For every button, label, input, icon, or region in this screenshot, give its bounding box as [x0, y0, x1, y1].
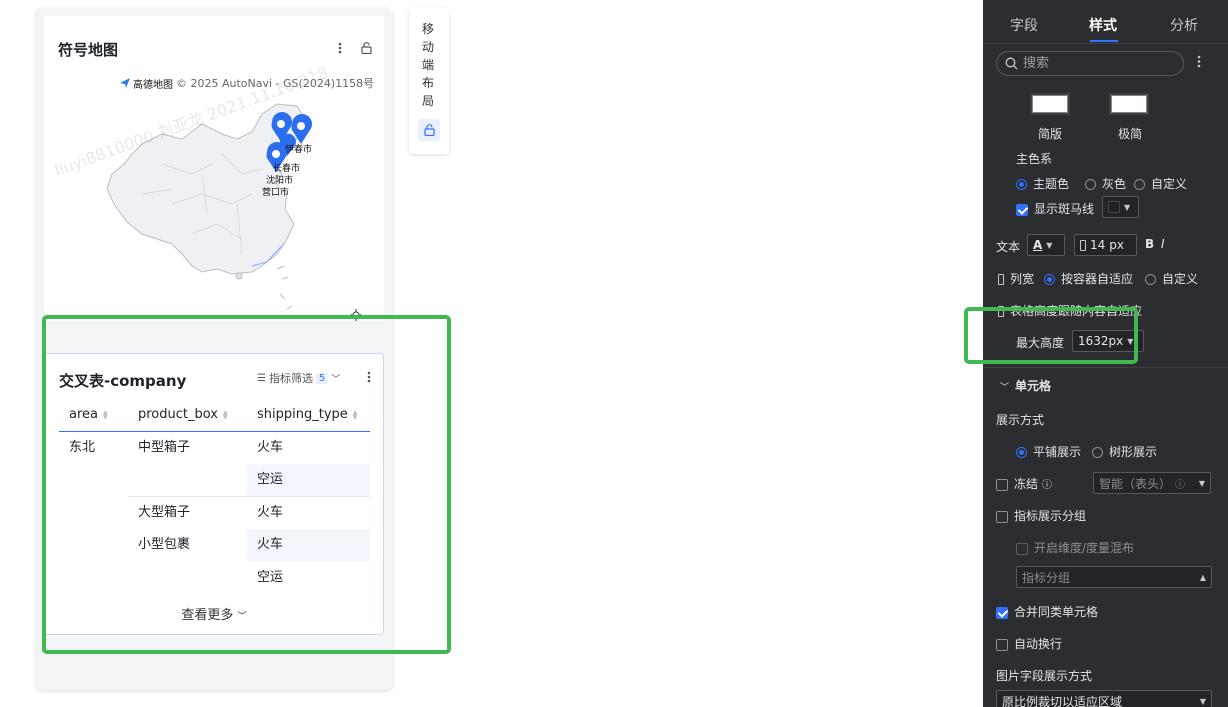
tab-style[interactable]: 样式 [1089, 15, 1117, 35]
map-card-tools [334, 41, 372, 55]
color-scheme-label: 主色系 [1016, 152, 1053, 166]
font-color-select[interactable]: A ▼ [1027, 234, 1065, 256]
text-label: 文本 [996, 240, 1021, 254]
image-mode-label: 图片字段展示方式 [996, 669, 1093, 683]
more-vertical-icon[interactable] [1197, 55, 1201, 71]
zebra-color-picker[interactable]: ▼ [1102, 196, 1139, 218]
freeze-checkbox[interactable]: 冻结 ⓘ [996, 475, 1052, 492]
symbol-map-card[interactable]: 符号地图 高德地图 © 2025 AutoNavi - GS(2024)1158… [44, 16, 384, 321]
map-card-title: 符号地图 [58, 41, 119, 59]
highlight-annotation [964, 307, 1138, 364]
style-thumb-simple[interactable] [1032, 95, 1068, 113]
search-input[interactable] [1023, 56, 1163, 71]
radio-icon [1016, 447, 1027, 458]
color-option-theme[interactable]: 主题色 [1016, 175, 1069, 192]
checkbox-icon [1016, 542, 1028, 555]
caret-down-icon: ▼ [1198, 478, 1205, 488]
caret-up-icon: ▲ [1199, 572, 1206, 582]
checkbox-icon [1016, 203, 1028, 216]
unlock-icon[interactable] [360, 41, 372, 55]
tab-analysis[interactable]: 分析 [1170, 15, 1198, 35]
more-vertical-icon[interactable] [334, 41, 346, 55]
auto-wrap-checkbox[interactable]: 自动换行 [996, 635, 1062, 652]
chevron-down-icon: ﹀ [1000, 383, 1010, 393]
col-width-custom[interactable]: 自定义 [1145, 270, 1198, 287]
col-width-auto[interactable]: 按容器自适应 [1044, 270, 1133, 287]
color-swatch [1108, 201, 1120, 213]
china-map[interactable]: 伊春市 长春市 沈阳市 营口市 [102, 94, 342, 324]
mobile-layout-label: 移动端布局 [422, 22, 435, 108]
style-thumb-minimal[interactable] [1111, 95, 1147, 113]
radio-icon [1092, 447, 1103, 458]
caret-down-icon: ▼ [1199, 696, 1206, 706]
city-label-changchun: 长春市 [273, 162, 300, 174]
map-copyright: © 2025 AutoNavi - GS(2024)1158号 [176, 77, 375, 90]
merge-cells-checkbox[interactable]: 合并同类单元格 [996, 603, 1098, 620]
panel-tabs: 字段 样式 分析 [983, 0, 1228, 44]
checkbox-icon [996, 638, 1008, 651]
metric-group-select[interactable]: 指标分组 ▲ [1016, 566, 1212, 588]
search-icon [1005, 57, 1018, 70]
checkbox-icon [996, 606, 1008, 619]
city-label-yichun: 伊春市 [285, 143, 312, 155]
freeze-select[interactable]: 智能（表头） ⓘ ▼ [1093, 472, 1211, 494]
lock-icon[interactable] [418, 119, 440, 141]
checkbox-icon [996, 478, 1008, 491]
radio-icon [1016, 179, 1027, 190]
display-mode-label: 展示方式 [996, 413, 1045, 427]
italic-icon[interactable]: I [1161, 237, 1165, 251]
search-box[interactable] [996, 51, 1184, 76]
radio-icon [1134, 179, 1145, 190]
info-icon: ⓘ [1175, 479, 1186, 491]
font-size-input[interactable]: 14 px [1074, 234, 1137, 256]
checkbox-icon [996, 510, 1008, 523]
radio-icon [1145, 274, 1156, 285]
cell-section-header[interactable]: ﹀ 单元格 [1000, 377, 1051, 394]
display-mode-flat[interactable]: 平铺展示 [1016, 443, 1081, 460]
device-icon [1080, 239, 1086, 251]
section-divider [983, 367, 1228, 368]
tab-fields[interactable]: 字段 [1010, 15, 1038, 35]
mobile-layout-button[interactable]: 移动端布局 [409, 8, 449, 154]
active-tab-indicator [1090, 40, 1118, 42]
style-option-minimal[interactable]: 极简 [1118, 125, 1142, 142]
city-label-shenyang: 沈阳市 [266, 174, 293, 186]
color-option-gray[interactable]: 灰色 [1085, 175, 1126, 192]
radio-icon [1044, 274, 1055, 285]
zebra-checkbox[interactable]: 显示斑马线 [1016, 200, 1094, 217]
metric-group-checkbox[interactable]: 指标展示分组 [996, 507, 1086, 524]
radio-icon [1085, 179, 1096, 190]
info-icon: ⓘ [1042, 480, 1053, 491]
col-width-label: 列宽 [998, 270, 1034, 287]
style-option-simple[interactable]: 简版 [1038, 125, 1062, 142]
amap-logo-icon [120, 78, 130, 88]
highlight-annotation [42, 315, 451, 654]
caret-down-icon: ▼ [1124, 202, 1131, 212]
display-mode-tree[interactable]: 树形展示 [1092, 443, 1157, 460]
map-attribution: 高德地图 © 2025 AutoNavi - GS(2024)1158号 [120, 75, 374, 91]
bold-icon[interactable]: B [1145, 237, 1154, 251]
color-option-custom[interactable]: 自定义 [1134, 175, 1187, 192]
font-color-icon: A [1033, 238, 1043, 252]
dim-mix-checkbox[interactable]: 开启维度/度量混布 [1016, 539, 1134, 556]
map-brand: 高德地图 [133, 79, 173, 91]
caret-down-icon: ▼ [1046, 240, 1053, 250]
city-label-yingkou: 营口市 [262, 186, 289, 198]
image-mode-select[interactable]: 原比例裁切以适应区域 ▼ [996, 690, 1212, 707]
device-icon [998, 274, 1004, 285]
